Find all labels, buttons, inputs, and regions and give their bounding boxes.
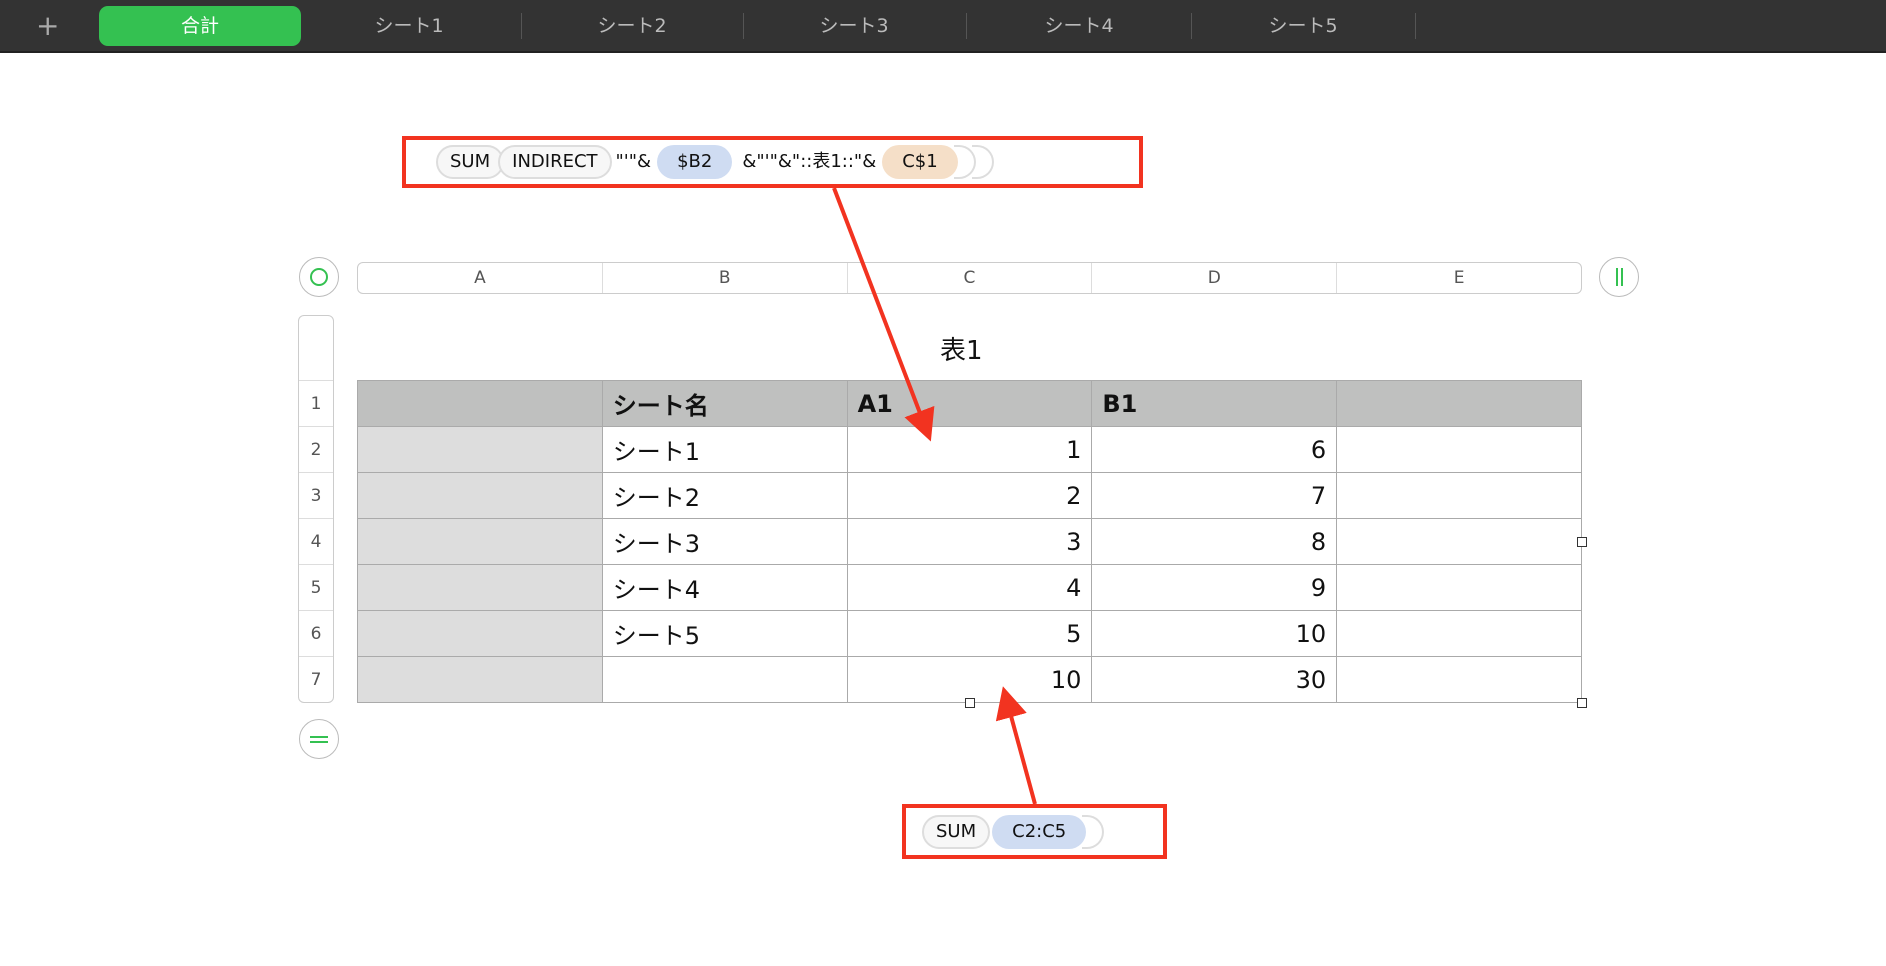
arrow-bottom: [995, 686, 1037, 805]
arrow-top: [832, 187, 935, 442]
annotation-arrows: [832, 187, 1037, 805]
